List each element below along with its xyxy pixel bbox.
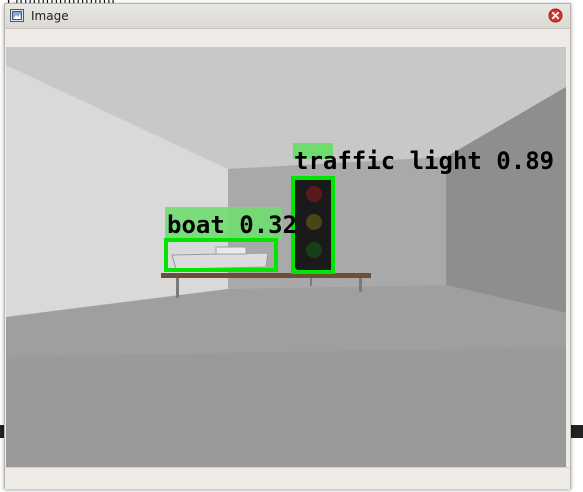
window-titlebar[interactable]: Image [5, 4, 570, 29]
image-canvas: traffic light 0.89 boat 0.32 [6, 47, 566, 467]
traffic-light-amber-lamp [306, 214, 322, 230]
window-statusbar [5, 467, 570, 489]
floor-shade [6, 347, 566, 467]
scene-image: traffic light 0.89 boat 0.32 [6, 47, 566, 467]
window-title: Image [31, 9, 69, 23]
detection-label: boat 0.32 [167, 211, 297, 239]
table-leg [310, 278, 312, 286]
boat-cabin [215, 246, 247, 255]
image-icon [10, 9, 24, 22]
traffic-light-green-lamp [306, 242, 322, 258]
image-window[interactable]: Image traffic light 0.89 boat 0.32 [4, 3, 571, 489]
table-top [161, 273, 371, 278]
boat [171, 252, 269, 270]
window-toolbar-strip [5, 29, 570, 47]
traffic-light-red-lamp [306, 186, 322, 202]
background-bar-right [569, 425, 583, 438]
detection-label: traffic light 0.89 [294, 147, 554, 175]
table-leg [359, 278, 362, 292]
close-icon[interactable] [548, 8, 563, 23]
table-leg [176, 278, 179, 298]
